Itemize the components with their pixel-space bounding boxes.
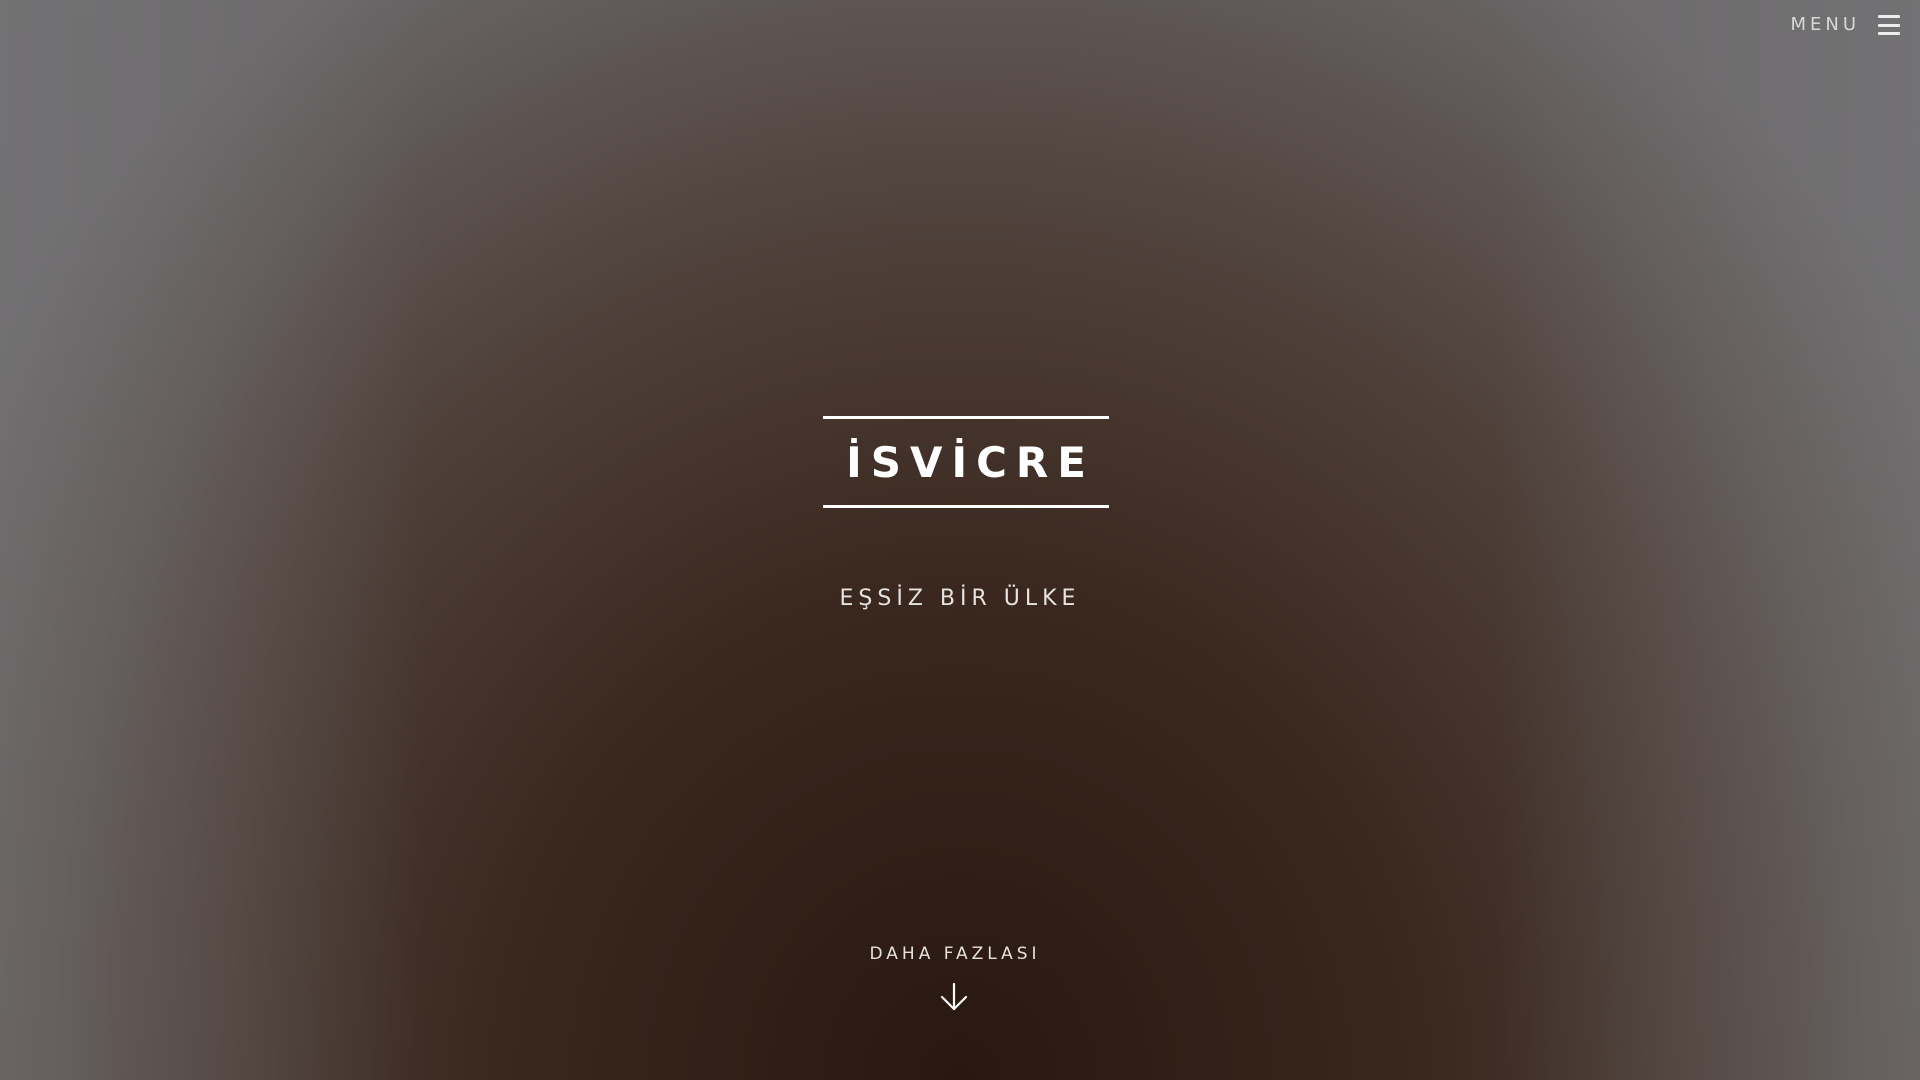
more-label: DAHA FAZLASI (869, 944, 1041, 964)
menu-button[interactable]: MENU (1790, 12, 1900, 38)
hamburger-icon (1878, 15, 1900, 35)
menu-label: MENU (1790, 14, 1860, 35)
arrow-down-icon (940, 982, 968, 1011)
hero-title-frame: İSVİCRE (823, 416, 1109, 508)
hero-subtitle: EŞSİZ BİR ÜLKE (839, 586, 1081, 611)
more-link[interactable]: DAHA FAZLASI (0, 944, 1920, 1012)
hero-section: MENU İSVİCRE EŞSİZ BİR ÜLKE DAHA FAZLASI (0, 0, 1920, 1080)
hero-title: İSVİCRE (846, 437, 1095, 487)
